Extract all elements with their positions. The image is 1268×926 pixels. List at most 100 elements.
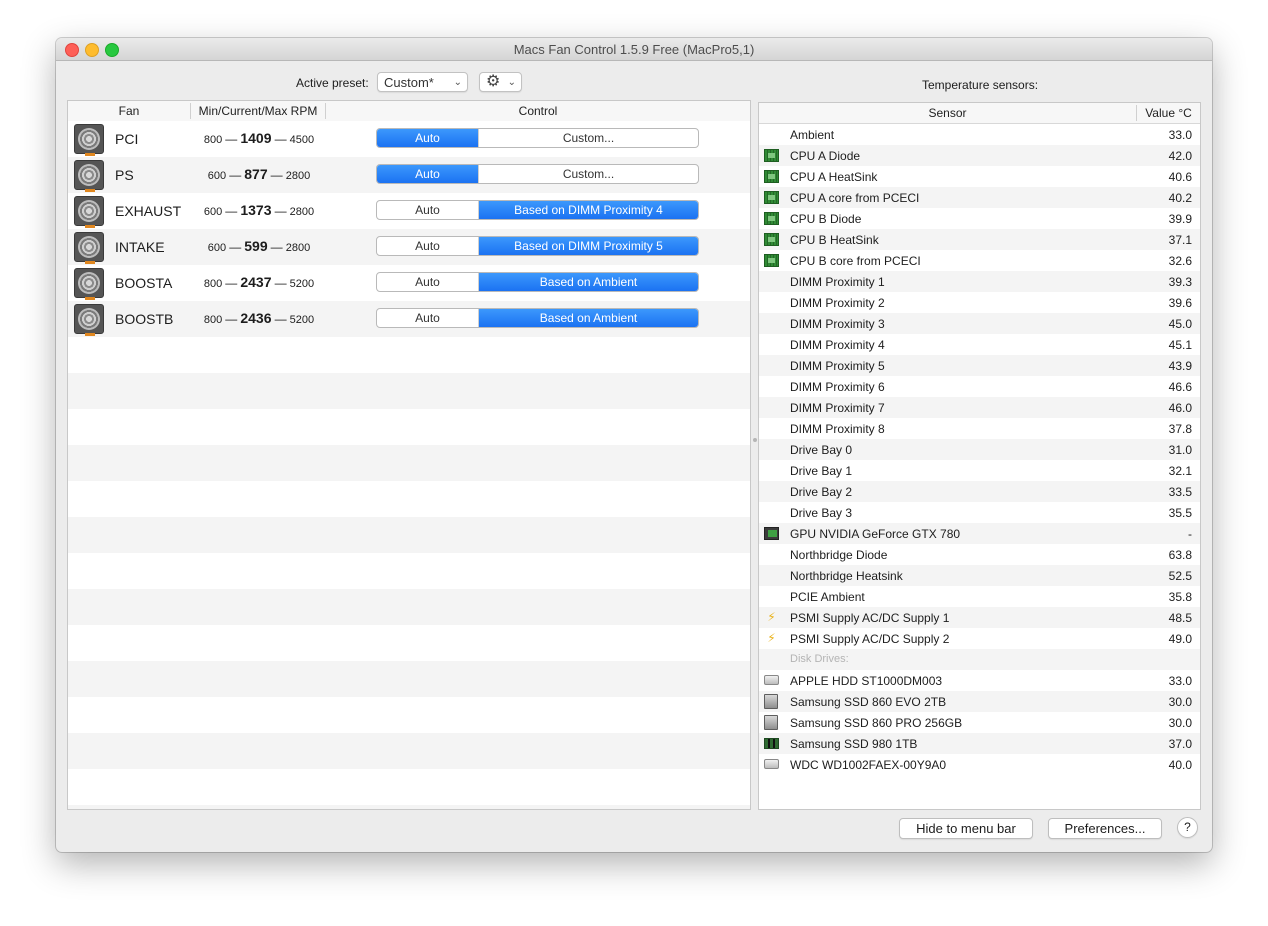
fan-icon — [74, 124, 104, 156]
sensor-name: WDC WD1002FAEX-00Y9A0 — [790, 758, 947, 772]
sensor-name: CPU B Diode — [790, 212, 862, 226]
rpm-dash: — — [225, 276, 238, 290]
hide-to-menu-bar-button[interactable]: Hide to menu bar — [899, 818, 1033, 839]
sensor-row[interactable]: Drive Bay 1 32.1 — [759, 460, 1200, 481]
lightning-bolt-icon: ⚡ — [767, 631, 776, 645]
sensor-row[interactable]: APPLE HDD ST1000DM003 33.0 — [759, 670, 1200, 691]
fan-control-segmented[interactable]: Auto Custom... — [376, 128, 699, 148]
rpm-column-header[interactable]: Min/Current/Max RPM — [191, 104, 325, 118]
sensor-row[interactable]: Samsung SSD 980 1TB 37.0 — [759, 733, 1200, 754]
custom-mode-button[interactable]: Based on DIMM Proximity 4 — [479, 201, 698, 219]
ssd-drive-icon — [764, 715, 778, 730]
fan-rpm: 800 — 2437 — 5200 — [184, 274, 334, 290]
sensor-row[interactable]: DIMM Proximity 6 46.6 — [759, 376, 1200, 397]
sensor-row[interactable]: Northbridge Heatsink 52.5 — [759, 565, 1200, 586]
sensor-name: Northbridge Diode — [790, 548, 888, 562]
sensor-value: 42.0 — [1168, 149, 1192, 163]
fan-icon — [74, 268, 104, 300]
fan-control-segmented[interactable]: Auto Custom... — [376, 164, 699, 184]
sensor-row[interactable]: CPU A HeatSink 40.6 — [759, 166, 1200, 187]
sensor-row[interactable]: DIMM Proximity 7 46.0 — [759, 397, 1200, 418]
sensor-value: 37.8 — [1168, 422, 1192, 436]
auto-mode-button[interactable]: Auto — [377, 129, 479, 147]
sensor-row[interactable]: Northbridge Diode 63.8 — [759, 544, 1200, 565]
sensor-row[interactable]: ⚡ PSMI Supply AC/DC Supply 2 49.0 — [759, 628, 1200, 649]
sensor-name: DIMM Proximity 8 — [790, 422, 885, 436]
title-bar[interactable]: Macs Fan Control 1.5.9 Free (MacPro5,1) — [56, 38, 1212, 61]
sensor-name: DIMM Proximity 6 — [790, 380, 885, 394]
sensor-row[interactable]: DIMM Proximity 8 37.8 — [759, 418, 1200, 439]
rpm-dash: — — [229, 240, 242, 254]
sensor-row[interactable]: ⚡ PSMI Supply AC/DC Supply 1 48.5 — [759, 607, 1200, 628]
custom-mode-button[interactable]: Custom... — [479, 165, 698, 183]
sensor-row[interactable]: PCIE Ambient 35.8 — [759, 586, 1200, 607]
cpu-chip-icon — [764, 170, 779, 183]
sensor-value: 37.1 — [1168, 233, 1192, 247]
sensor-row[interactable]: WDC WD1002FAEX-00Y9A0 40.0 — [759, 754, 1200, 775]
fan-row: INTAKE 600 — 599 — 2800 Auto Based on DIMM … — [68, 229, 750, 265]
sensor-row[interactable]: Drive Bay 0 31.0 — [759, 439, 1200, 460]
fan-current-rpm: 2436 — [240, 310, 272, 326]
sensor-row[interactable]: Ambient 33.0 — [759, 124, 1200, 145]
sensor-row[interactable]: Samsung SSD 860 PRO 256GB 30.0 — [759, 712, 1200, 733]
active-preset-value: Custom* — [384, 75, 434, 90]
sensor-row[interactable]: Samsung SSD 860 EVO 2TB 30.0 — [759, 691, 1200, 712]
help-button[interactable]: ? — [1177, 817, 1198, 838]
auto-mode-button[interactable]: Auto — [377, 237, 479, 255]
sensor-row[interactable]: CPU A Diode 42.0 — [759, 145, 1200, 166]
auto-mode-button[interactable]: Auto — [377, 273, 479, 291]
custom-mode-button[interactable]: Based on Ambient — [479, 309, 698, 327]
sensor-value: 33.5 — [1168, 485, 1192, 499]
sensor-value: 48.5 — [1168, 611, 1192, 625]
sensor-value: 35.8 — [1168, 590, 1192, 604]
settings-gear-dropdown[interactable]: ⚙ ⌄ — [479, 72, 522, 92]
auto-mode-button[interactable]: Auto — [377, 309, 479, 327]
sensor-value: 33.0 — [1168, 128, 1192, 142]
sensor-name: DIMM Proximity 4 — [790, 338, 885, 352]
sensor-row[interactable]: DIMM Proximity 2 39.6 — [759, 292, 1200, 313]
fan-max-rpm: 2800 — [285, 170, 311, 182]
sensor-row[interactable]: CPU A core from PCECI 40.2 — [759, 187, 1200, 208]
custom-mode-button[interactable]: Based on Ambient — [479, 273, 698, 291]
value-column-header[interactable]: Value °C — [1137, 106, 1200, 120]
sensor-value: 43.9 — [1168, 359, 1192, 373]
rpm-dash: — — [274, 132, 287, 146]
fan-control-segmented[interactable]: Auto Based on DIMM Proximity 5 — [376, 236, 699, 256]
sensor-row[interactable]: CPU B Diode 39.9 — [759, 208, 1200, 229]
fan-control-segmented[interactable]: Auto Based on Ambient — [376, 272, 699, 292]
fan-column-header[interactable]: Fan — [68, 104, 190, 118]
sensor-name: Samsung SSD 860 EVO 2TB — [790, 695, 947, 709]
rpm-dash: — — [270, 240, 283, 254]
fan-control-segmented[interactable]: Auto Based on DIMM Proximity 4 — [376, 200, 699, 220]
rpm-dash: — — [274, 204, 287, 218]
custom-mode-button[interactable]: Custom... — [479, 129, 698, 147]
sensor-row[interactable]: DIMM Proximity 3 45.0 — [759, 313, 1200, 334]
temperature-sensors-title: Temperature sensors: — [922, 78, 1039, 92]
fan-max-rpm: 5200 — [289, 278, 315, 290]
sensor-row[interactable]: CPU B core from PCECI 32.6 — [759, 250, 1200, 271]
fan-name: BOOSTB — [115, 311, 174, 327]
fan-control-segmented[interactable]: Auto Based on Ambient — [376, 308, 699, 328]
rpm-dash: — — [225, 132, 238, 146]
auto-mode-button[interactable]: Auto — [377, 201, 479, 219]
split-view-divider[interactable] — [753, 438, 757, 442]
active-preset-dropdown[interactable]: Custom* ⌄ — [377, 72, 468, 92]
fan-rpm: 600 — 877 — 2800 — [184, 166, 334, 182]
auto-mode-button[interactable]: Auto — [377, 165, 479, 183]
sensor-name: CPU B HeatSink — [790, 233, 879, 247]
rpm-dash: — — [225, 312, 238, 326]
sensor-row[interactable]: DIMM Proximity 1 39.3 — [759, 271, 1200, 292]
fan-current-rpm: 1409 — [240, 130, 272, 146]
sensor-name: Northbridge Heatsink — [790, 569, 903, 583]
custom-mode-button[interactable]: Based on DIMM Proximity 5 — [479, 237, 698, 255]
control-column-header[interactable]: Control — [326, 104, 750, 118]
preferences-button[interactable]: Preferences... — [1048, 818, 1162, 839]
sensor-row[interactable]: GPU NVIDIA GeForce GTX 780 - — [759, 523, 1200, 544]
sensor-row[interactable]: Drive Bay 2 33.5 — [759, 481, 1200, 502]
sensor-row[interactable]: CPU B HeatSink 37.1 — [759, 229, 1200, 250]
sensor-column-header[interactable]: Sensor — [759, 106, 1136, 120]
sensor-row[interactable]: Drive Bay 3 35.5 — [759, 502, 1200, 523]
sensor-row[interactable]: DIMM Proximity 5 43.9 — [759, 355, 1200, 376]
sensor-row[interactable]: DIMM Proximity 4 45.1 — [759, 334, 1200, 355]
hard-disk-icon — [764, 759, 779, 769]
